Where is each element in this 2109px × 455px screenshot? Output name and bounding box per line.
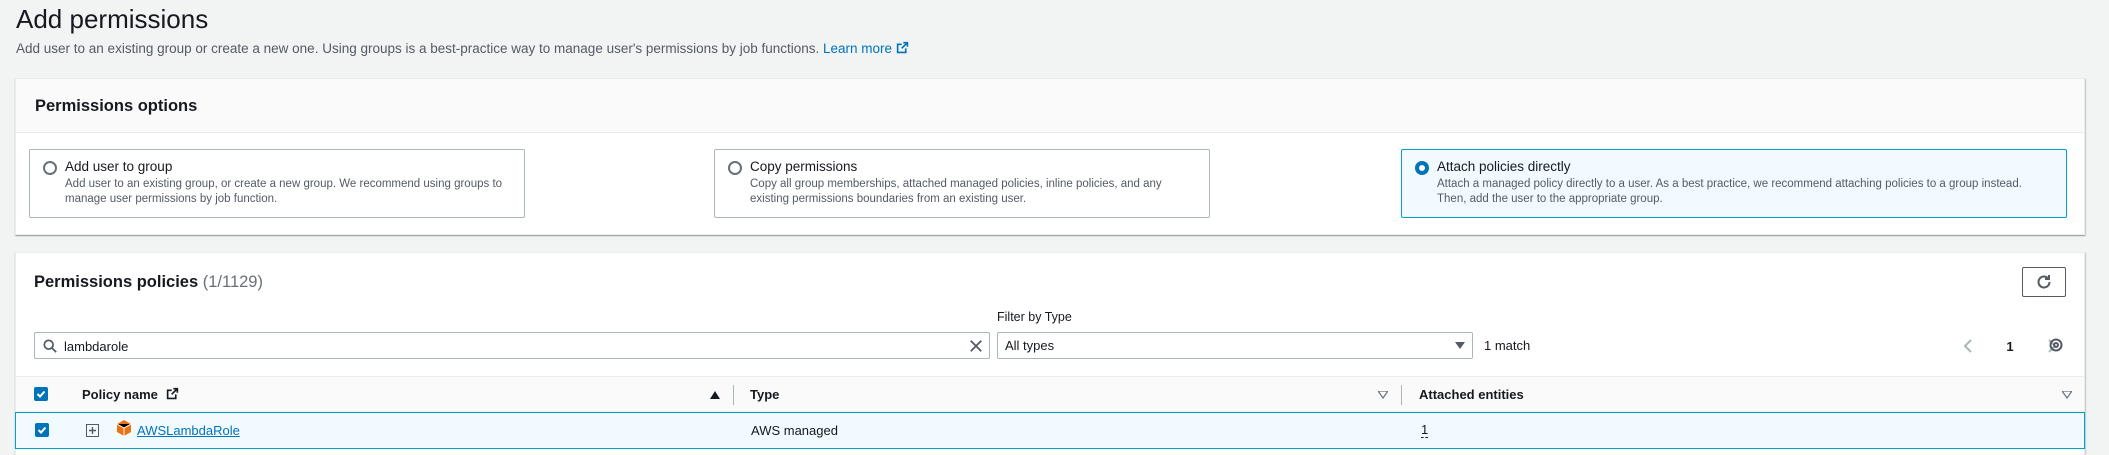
column-header-attached-entities[interactable]: Attached entities [1419,387,1524,402]
option-copy-permissions[interactable]: Copy permissions Copy all group membersh… [714,149,1210,218]
refresh-button[interactable] [2022,267,2066,297]
option-add-user-to-group[interactable]: Add user to group Add user to an existin… [29,149,525,218]
policy-search-field[interactable] [34,332,990,359]
option-description: Copy all group memberships, attached man… [750,178,1162,205]
column-header-type[interactable]: Type [750,387,779,402]
match-count: 1 match [1484,338,1531,353]
column-label: Policy name [82,387,158,402]
permissions-policies-header: Permissions policies (1/1129) [34,273,263,292]
selection-count: (1/1129) [202,273,263,291]
page-title: Add permissions [16,4,209,34]
option-title: Add user to group [65,159,173,174]
policy-type-cell: AWS managed [751,423,838,438]
column-divider[interactable] [1401,385,1402,405]
select-all-checkbox[interactable] [34,387,48,401]
expand-icon[interactable] [86,424,99,437]
clear-search-icon[interactable] [969,339,983,353]
policy-name-link[interactable]: AWSLambdaRole [137,423,240,438]
caret-down-icon [1455,342,1465,349]
page-number[interactable]: 1 [2006,339,2013,354]
learn-more-link[interactable]: Learn more [823,41,909,56]
learn-more-label: Learn more [823,41,893,56]
radio-add-user-to-group[interactable] [43,161,57,175]
sort-ascending-icon[interactable] [710,391,720,399]
pagination: 1 [1963,336,2057,356]
sort-icon[interactable] [1378,391,1388,399]
external-link-icon [896,41,909,54]
radio-copy-permissions[interactable] [728,161,742,175]
external-link-icon [166,387,178,400]
permissions-options-header: Permissions options [16,79,2084,133]
permissions-options-panel: Permissions options Add user to group Ad… [15,78,2085,235]
filter-selected-value: All types [1005,338,1055,353]
page-description-text: Add user to an existing group or create … [16,41,820,56]
policy-name-cell: AWSLambdaRole [137,423,240,438]
table-header: Policy name Type Attached entities [16,376,2084,412]
package-icon [117,420,131,436]
column-divider[interactable] [733,385,734,405]
option-description: Attach a managed policy directly to a us… [1437,178,2022,205]
option-attach-policies-directly[interactable]: Attach policies directly Attach a manage… [1401,149,2067,218]
permissions-policies-title: Permissions policies [34,273,199,291]
option-title: Attach policies directly [1437,159,1571,174]
attached-entities-cell[interactable]: 1 [1421,423,1429,438]
row-checkbox[interactable] [35,423,49,437]
search-icon [43,339,57,353]
policy-search-input[interactable] [64,336,944,356]
sort-icon[interactable] [2062,391,2072,399]
column-header-policy-name[interactable]: Policy name [82,387,179,402]
page-description: Add user to an existing group or create … [16,41,909,56]
filter-by-type-select[interactable]: All types [997,332,1473,359]
option-title: Copy permissions [750,159,858,174]
filter-by-type-label: Filter by Type [997,310,1072,324]
permissions-policies-panel: Permissions policies (1/1129) Filter by … [15,252,2085,455]
radio-attach-policies-directly[interactable] [1415,161,1429,175]
table-row[interactable]: AWSLambdaRole AWS managed 1 [15,412,2085,449]
gear-icon[interactable] [2048,337,2064,353]
option-description: Add user to an existing group, or create… [65,178,503,205]
previous-page-icon[interactable] [1963,339,1973,353]
refresh-icon [2037,275,2051,289]
